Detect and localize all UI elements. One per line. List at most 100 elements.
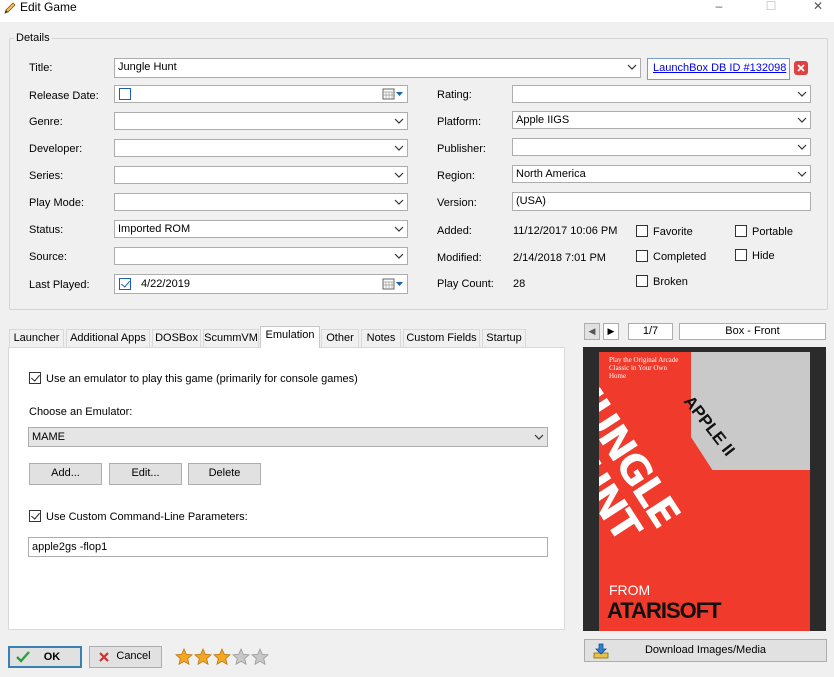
broken-checkbox[interactable] bbox=[636, 275, 648, 287]
version-field[interactable]: (USA) bbox=[512, 192, 811, 211]
calendar-icon[interactable] bbox=[382, 88, 404, 100]
prev-image-button[interactable]: ◀ bbox=[584, 323, 600, 340]
star-filled-icon[interactable] bbox=[194, 648, 212, 666]
publisher-label: Publisher: bbox=[437, 143, 486, 155]
title-combo[interactable]: Jungle Hunt bbox=[114, 58, 641, 78]
cancel-button[interactable]: Cancel bbox=[89, 646, 162, 668]
image-type-select[interactable]: Box - Front bbox=[679, 323, 826, 340]
platform-label: Platform: bbox=[437, 116, 482, 128]
source-label: Source: bbox=[29, 251, 67, 263]
completed-label: Completed bbox=[653, 251, 707, 263]
tab-label: ScummVM bbox=[204, 332, 258, 344]
cover-from-text: FROM bbox=[609, 582, 651, 598]
rating-combo[interactable] bbox=[512, 85, 811, 103]
completed-checkbox[interactable] bbox=[636, 250, 648, 262]
use-emulator-label: Use an emulator to play this game (prima… bbox=[46, 373, 358, 385]
chevron-down-icon bbox=[394, 249, 404, 263]
star-empty-icon[interactable] bbox=[232, 648, 250, 666]
title-label: Title: bbox=[29, 62, 53, 74]
emulator-value: MAME bbox=[32, 431, 65, 443]
title-bar: Edit Game – ☐ ✕ bbox=[0, 0, 834, 22]
delete-emulator-button[interactable]: Delete bbox=[188, 463, 261, 485]
portable-checkbox[interactable] bbox=[735, 225, 747, 237]
platform-combo[interactable]: Apple IIGS bbox=[512, 111, 811, 129]
chevron-down-icon bbox=[394, 195, 404, 209]
series-combo[interactable] bbox=[114, 166, 408, 184]
tab-label: Launcher bbox=[13, 332, 60, 344]
emulator-select[interactable]: MAME bbox=[28, 427, 548, 447]
tab-scummvm[interactable]: ScummVM bbox=[203, 329, 259, 347]
close-icon[interactable] bbox=[793, 60, 809, 76]
command-line-params-input[interactable]: apple2gs -flop1 bbox=[28, 537, 548, 557]
edit-emulator-button[interactable]: Edit... bbox=[109, 463, 182, 485]
next-image-button[interactable]: ▶ bbox=[603, 323, 619, 340]
favorite-label: Favorite bbox=[653, 226, 693, 238]
use-emulator-checkbox[interactable] bbox=[29, 372, 41, 384]
download-images-button[interactable]: Download Images/Media bbox=[584, 639, 827, 662]
hide-checkbox[interactable] bbox=[735, 249, 747, 261]
custom-params-checkbox[interactable] bbox=[29, 510, 41, 522]
publisher-combo[interactable] bbox=[512, 138, 811, 156]
tab-custom-fields[interactable]: Custom Fields bbox=[403, 329, 480, 347]
add-emulator-button[interactable]: Add... bbox=[29, 463, 102, 485]
tab-label: Other bbox=[326, 332, 354, 344]
tab-additional-apps[interactable]: Additional Apps bbox=[66, 329, 150, 347]
portable-label: Portable bbox=[752, 226, 793, 238]
launchbox-db-link[interactable]: LaunchBox DB ID #132098 bbox=[653, 62, 786, 74]
ok-label: OK bbox=[43, 651, 61, 663]
title-value: Jungle Hunt bbox=[118, 61, 177, 73]
modified-value: 2/14/2018 7:01 PM bbox=[513, 252, 606, 264]
chevron-down-icon bbox=[394, 141, 404, 155]
release-date-picker[interactable] bbox=[114, 85, 408, 103]
source-combo[interactable] bbox=[114, 247, 408, 265]
added-value: 11/12/2017 10:06 PM bbox=[513, 225, 618, 237]
tab-launcher[interactable]: Launcher bbox=[9, 329, 64, 347]
last-played-checkbox[interactable] bbox=[119, 278, 131, 290]
emulation-panel bbox=[8, 347, 565, 630]
play-mode-label: Play Mode: bbox=[29, 197, 85, 209]
window-title: Edit Game bbox=[20, 0, 77, 14]
tab-label: Startup bbox=[486, 332, 522, 344]
developer-combo[interactable] bbox=[114, 139, 408, 157]
ok-button[interactable]: OK bbox=[8, 646, 82, 668]
tab-label: Notes bbox=[366, 332, 396, 344]
tab-dosbox[interactable]: DOSBox bbox=[152, 329, 201, 347]
tab-other[interactable]: Other bbox=[321, 329, 359, 347]
star-filled-icon[interactable] bbox=[213, 648, 231, 666]
pencil-icon bbox=[3, 1, 17, 15]
box-front-cover-image: Play the Original Arcade Classic in Your… bbox=[599, 352, 810, 631]
genre-label: Genre: bbox=[29, 116, 63, 128]
modified-label: Modified: bbox=[437, 252, 482, 264]
play-count-value: 28 bbox=[513, 278, 526, 290]
play-count-label: Play Count: bbox=[437, 278, 494, 290]
status-value: Imported ROM bbox=[118, 223, 191, 235]
tab-startup[interactable]: Startup bbox=[482, 329, 526, 347]
calendar-icon[interactable] bbox=[382, 278, 404, 290]
chevron-down-icon bbox=[797, 113, 807, 127]
chevron-down-icon bbox=[394, 114, 404, 128]
star-empty-icon[interactable] bbox=[251, 648, 269, 666]
play-mode-combo[interactable] bbox=[114, 193, 408, 211]
chevron-down-icon bbox=[797, 167, 807, 181]
tab-emulation[interactable]: Emulation bbox=[260, 326, 320, 348]
close-window-button[interactable]: ✕ bbox=[806, 0, 830, 14]
genre-combo[interactable] bbox=[114, 112, 408, 130]
last-played-value: 4/22/2019 bbox=[141, 278, 190, 290]
region-combo[interactable]: North America bbox=[512, 165, 811, 183]
tab-notes[interactable]: Notes bbox=[361, 329, 401, 347]
status-combo[interactable]: Imported ROM bbox=[114, 220, 408, 238]
favorite-checkbox[interactable] bbox=[636, 225, 648, 237]
tab-label: Additional Apps bbox=[70, 332, 146, 344]
star-filled-icon[interactable] bbox=[175, 648, 193, 666]
platform-value: Apple IIGS bbox=[516, 114, 570, 126]
star-rating[interactable] bbox=[175, 648, 270, 666]
chevron-down-icon bbox=[394, 168, 404, 182]
maximize-button[interactable]: ☐ bbox=[759, 0, 783, 14]
release-date-checkbox[interactable] bbox=[119, 88, 131, 100]
developer-label: Developer: bbox=[29, 143, 83, 155]
tab-label: Emulation bbox=[265, 329, 315, 341]
last-played-picker[interactable]: 4/22/2019 bbox=[114, 274, 408, 294]
minimize-button[interactable]: – bbox=[707, 0, 731, 14]
image-counter-text: 1/7 bbox=[642, 325, 659, 337]
params-value: apple2gs -flop1 bbox=[32, 541, 108, 553]
